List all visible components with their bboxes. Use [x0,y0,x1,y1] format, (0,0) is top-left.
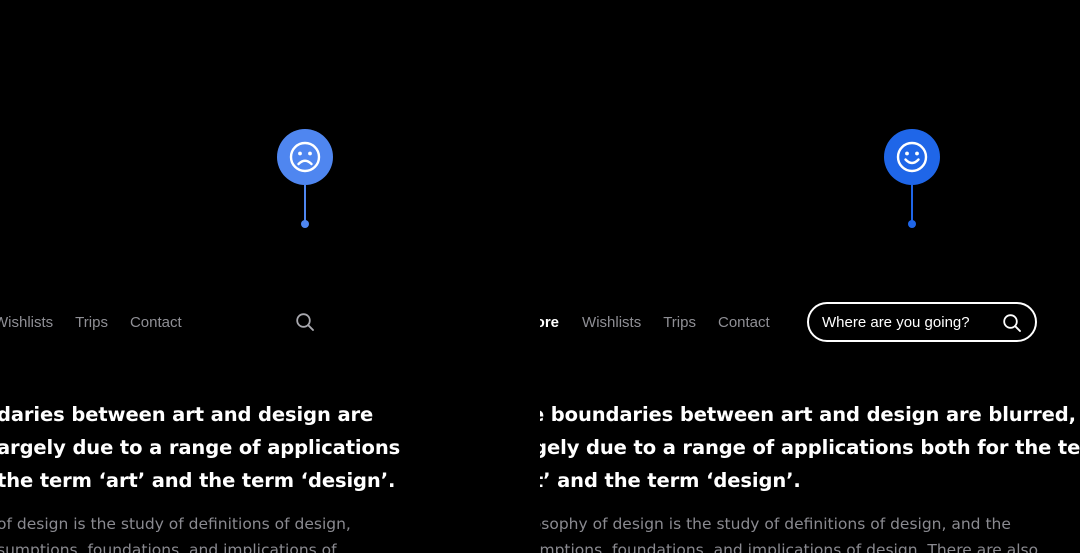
nav-trips[interactable]: Trips [75,314,108,331]
body-line: of design is the study of definitions of… [0,515,351,533]
search-icon[interactable] [1002,313,1022,333]
body-line: sumptions, foundations, and implications… [0,541,337,553]
marker-dot [301,220,309,228]
headline-line: The boundaries between art and design ar… [540,403,1076,426]
left-panel: Wishlists Trips Contact daries between a… [0,0,540,553]
headline: daries between art and design are argely… [0,398,400,497]
headline-line: argely due to a range of applications [0,436,401,459]
happy-marker [884,129,940,229]
nav-contact[interactable]: Contact [718,314,770,331]
comparison-stage: Wishlists Trips Contact daries between a… [0,0,1080,553]
happy-face-icon [884,129,940,185]
sad-face-icon [277,129,333,185]
body-line: assumptions, foundations, and implicatio… [540,541,1039,553]
body-line: Philosophy of design is the study of def… [540,515,1011,533]
nav-wishlists[interactable]: Wishlists [582,314,641,331]
nav-trips[interactable]: Trips [663,314,696,331]
body-paragraph: of design is the study of definitions of… [0,511,351,553]
marker-stem [304,185,306,223]
headline: The boundaries between art and design ar… [540,398,1080,497]
sad-marker [277,129,333,229]
body-paragraph: Philosophy of design is the study of def… [540,511,1038,553]
right-nav: Explore Wishlists Trips Contact [540,303,770,341]
marker-stem [911,185,913,223]
nav-explore[interactable]: Explore [540,314,559,331]
right-panel: Explore Wishlists Trips Contact Where ar… [540,0,1080,553]
marker-dot [908,220,916,228]
nav-contact[interactable]: Contact [130,314,182,331]
left-nav: Wishlists Trips Contact [0,303,182,341]
headline-line: largely due to a range of applications b… [540,436,1080,459]
search-input[interactable]: Where are you going? [807,302,1037,342]
search-placeholder: Where are you going? [822,313,970,331]
headline-line: daries between art and design are [0,403,374,426]
nav-wishlists[interactable]: Wishlists [0,314,53,331]
headline-line: ‘art’ and the term ‘design’. [540,469,801,492]
search-icon[interactable] [295,312,315,332]
headline-line: the term ‘art’ and the term ‘design’. [0,469,396,492]
